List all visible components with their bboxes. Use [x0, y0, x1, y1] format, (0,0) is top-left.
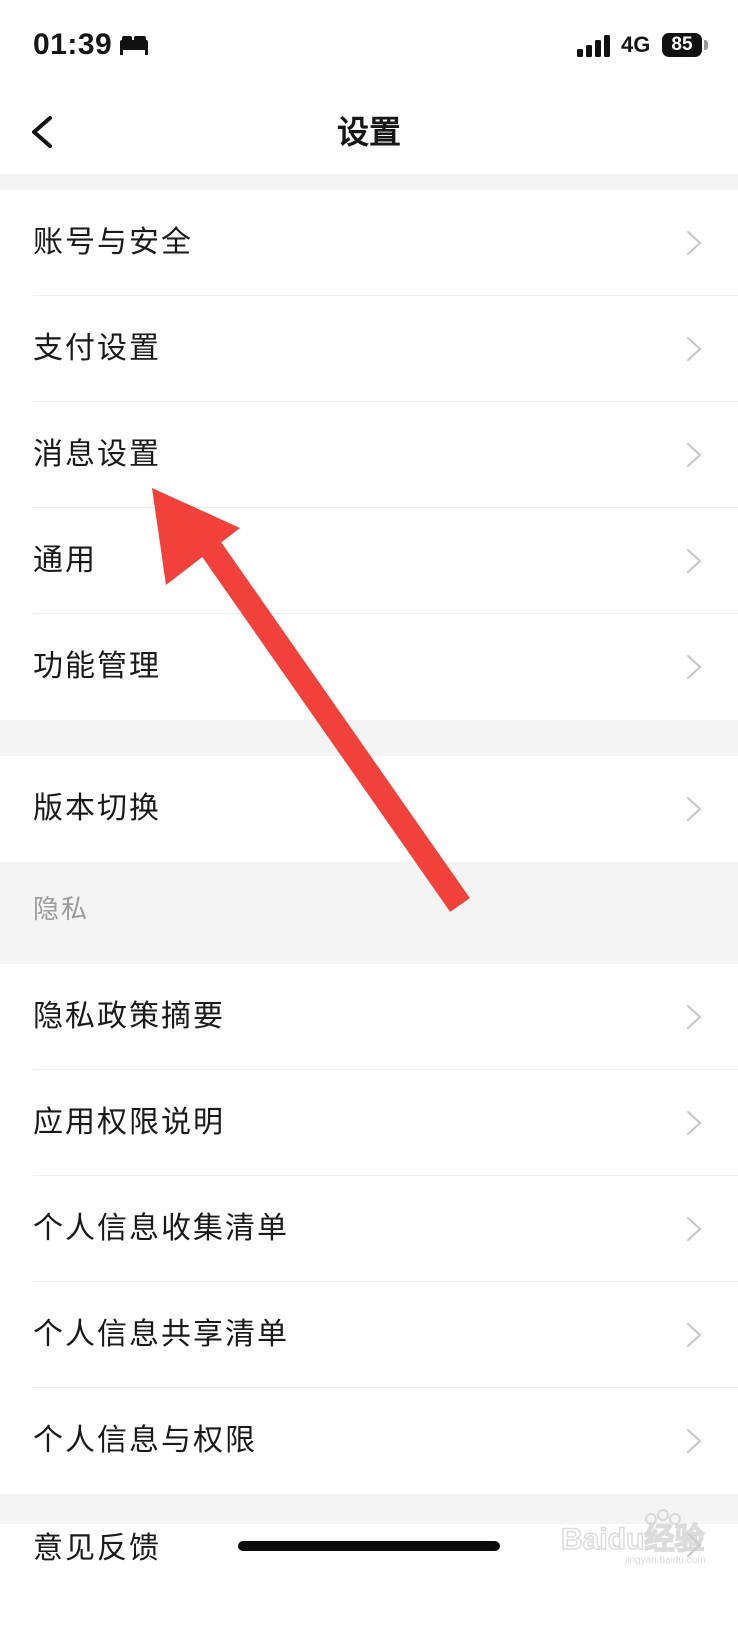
row-label: 意见反馈	[33, 1531, 161, 1566]
row-label: 支付设置	[33, 331, 161, 366]
bed-icon	[120, 36, 148, 55]
settings-group-feedback: 意见反馈	[0, 1524, 738, 1630]
row-label: 个人信息共享清单	[33, 1317, 289, 1352]
settings-group-version: 版本切换	[0, 756, 738, 862]
row-label: 消息设置	[33, 437, 161, 472]
settings-group-privacy: 隐私政策摘要 应用权限说明 个人信息收集清单 个人信息共享清单 个人信息与权限	[0, 964, 738, 1494]
chevron-right-icon	[686, 796, 702, 822]
battery-indicator: 85	[662, 33, 702, 57]
settings-row-account-security[interactable]: 账号与安全	[0, 190, 738, 296]
chevron-right-icon	[686, 1216, 702, 1242]
network-type: 4G	[621, 32, 651, 57]
chevron-right-icon	[686, 1532, 702, 1558]
settings-row-info-collection-list[interactable]: 个人信息收集清单	[0, 1176, 738, 1282]
settings-row-privacy-policy-summary[interactable]: 隐私政策摘要	[0, 964, 738, 1070]
row-label: 应用权限说明	[33, 1105, 225, 1140]
settings-row-info-sharing-list[interactable]: 个人信息共享清单	[0, 1282, 738, 1388]
settings-row-notifications[interactable]: 消息设置	[0, 402, 738, 508]
chevron-right-icon	[686, 1322, 702, 1348]
chevron-right-icon	[686, 1004, 702, 1030]
status-time: 01:39	[33, 28, 113, 61]
settings-row-payment[interactable]: 支付设置	[0, 296, 738, 402]
settings-row-general[interactable]: 通用	[0, 508, 738, 614]
status-bar: 01:39 4G 85	[0, 0, 738, 92]
row-label: 个人信息与权限	[33, 1423, 257, 1458]
chevron-right-icon	[686, 442, 702, 468]
settings-row-app-permissions[interactable]: 应用权限说明	[0, 1070, 738, 1176]
row-label: 隐私政策摘要	[33, 999, 225, 1034]
home-indicator[interactable]	[238, 1541, 500, 1551]
page-title: 设置	[336, 113, 401, 151]
row-label: 通用	[33, 543, 97, 578]
nav-bar: 设置	[0, 92, 738, 174]
settings-row-info-and-permissions[interactable]: 个人信息与权限	[0, 1388, 738, 1494]
row-label: 个人信息收集清单	[33, 1211, 289, 1246]
row-label: 功能管理	[33, 649, 161, 684]
chevron-right-icon	[686, 1110, 702, 1136]
settings-row-feedback[interactable]: 意见反馈	[0, 1524, 738, 1630]
section-header-privacy: 隐私	[0, 862, 738, 958]
section-header-label: 隐私	[33, 895, 90, 925]
chevron-right-icon	[686, 654, 702, 680]
chevron-right-icon	[686, 1428, 702, 1454]
settings-row-feature-management[interactable]: 功能管理	[0, 614, 738, 720]
settings-group-main: 账号与安全 支付设置 消息设置 通用 功能管理	[0, 190, 738, 720]
chevron-right-icon	[686, 230, 702, 256]
row-label: 版本切换	[33, 791, 161, 826]
battery-tip	[704, 40, 708, 50]
chevron-right-icon	[686, 336, 702, 362]
row-label: 账号与安全	[33, 225, 193, 260]
cellular-signal-icon	[577, 35, 610, 57]
settings-row-version-switch[interactable]: 版本切换	[0, 756, 738, 862]
chevron-right-icon	[686, 548, 702, 574]
